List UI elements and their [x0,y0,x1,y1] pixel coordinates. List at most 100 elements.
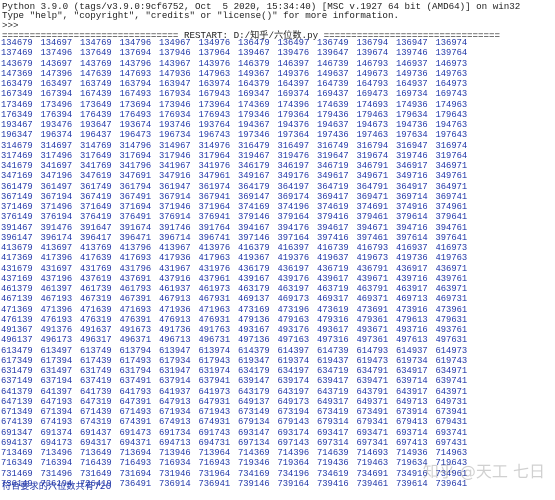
output-number: 316974 [435,140,468,151]
output-number: 439617 [317,273,349,284]
output-number: 647913 [159,396,191,407]
output-number: 149376 [277,68,310,79]
output-number: 639471 [356,376,389,387]
output-number: 413967 [159,243,191,253]
output-number: 134769 [80,38,112,48]
output-number: 164973 [435,79,468,89]
output-number: 374916 [396,202,428,212]
output-number: 147369 [1,68,33,79]
output-number: 319746 [396,150,428,161]
output-number: 491367 [1,325,33,335]
output-number: 413697 [40,243,73,253]
output-number: 314679 [1,140,33,151]
output-number: 139476 [277,48,310,59]
output-number: 167934 [159,89,191,100]
output-number: 416397 [277,243,310,253]
output-number: 193647 [80,120,112,130]
output-row: 143679 143697 143769 143796 143967 143976 1463… [1,59,554,69]
output-number: 713694 [119,448,152,458]
output-number: 671934 [159,407,191,417]
output-number: 671943 [198,407,231,417]
output-number: 196437 [80,130,112,141]
output-number: 314976 [198,140,231,151]
output-number: 173946 [159,99,191,110]
output-number: 731649 [80,468,112,479]
output-number: 497163 [277,335,310,346]
output-number: 691734 [159,427,191,438]
output-number: 174369 [238,99,270,110]
output-number: 371694 [119,202,152,212]
output-number: 167943 [198,89,231,100]
output-number: 613974 [198,345,231,356]
output-number: 739416 [317,478,349,489]
output-number: 317469 [1,150,33,161]
output-number: 679134 [238,417,270,428]
output-number: 697341 [356,437,389,448]
output-number: 641937 [159,386,191,397]
output-number: 694173 [40,437,73,448]
output-number: 146739 [317,58,349,69]
output-number: 716493 [119,458,152,469]
output-number: 174936 [396,99,428,110]
output-number: 136947 [396,38,428,48]
output-number: 341967 [159,161,191,171]
output-number: 134967 [159,38,191,48]
output-number: 349167 [238,171,270,182]
output-number: 439761 [435,273,468,284]
output-number: 493167 [238,325,270,335]
output-number: 137649 [80,48,112,59]
output-number: 149736 [396,68,428,79]
output-number: 367149 [1,191,33,202]
output-number: 143769 [80,58,112,69]
output-number: 179634 [396,109,428,120]
output-row: 147369 147396 147639 147693 147936 147963 1493… [1,69,554,79]
output-number: 314796 [119,140,152,151]
output-number: 614739 [317,345,349,356]
output-number: 647193 [40,396,73,407]
output-row: 476139 476193 476319 476391 476913 476931 4791… [1,315,554,325]
output-number: 391647 [80,222,112,233]
output-number: 316749 [317,140,349,151]
output-number: 169734 [396,89,428,100]
output-number: 371469 [1,202,33,212]
output-number: 719436 [317,458,349,469]
output-number: 617349 [1,355,33,366]
output-number: 317649 [80,150,112,161]
output-number: 491637 [80,325,112,335]
output-number: 369741 [435,191,468,202]
output-number: 493716 [396,325,428,335]
output-number: 376149 [1,212,33,223]
output-number: 694317 [80,437,112,448]
output-number: 631794 [119,366,152,376]
output-number: 174396 [277,99,310,110]
output-number: 463791 [356,284,389,294]
output-number: 637149 [1,376,33,387]
output-number: 173496 [40,99,73,110]
output-number: 473196 [277,304,310,315]
output-number: 467391 [119,294,152,305]
output-number: 397416 [317,232,349,243]
output-number: 713469 [1,448,33,458]
output-number: 376419 [80,212,112,223]
output-number: 439167 [238,273,270,284]
output-number: 467913 [159,294,191,305]
output-number: 397641 [435,232,468,243]
output-number: 361749 [80,181,112,192]
output-number: 194376 [277,120,310,130]
result-summary: 符合要求的六位数共有720 [2,481,112,492]
output-number: 137469 [1,48,33,59]
output-number: 436791 [356,263,389,274]
python-shell-window[interactable]: Python 3.9.0 (tags/v3.9.0:9cf6752, Oct 5… [0,0,555,500]
output-number: 639174 [277,376,310,387]
output-number: 146973 [435,58,468,69]
output-number: 713946 [159,448,191,458]
output-number: 471369 [1,304,33,315]
output-number: 479361 [356,314,389,325]
output-number: 176394 [40,109,73,120]
output-number: 367491 [119,191,152,202]
output-number: 319647 [317,150,349,161]
output-number: 147396 [40,68,73,79]
output-number: 641379 [1,386,33,397]
output-number: 673491 [356,407,389,417]
output-number: 367419 [80,191,112,202]
